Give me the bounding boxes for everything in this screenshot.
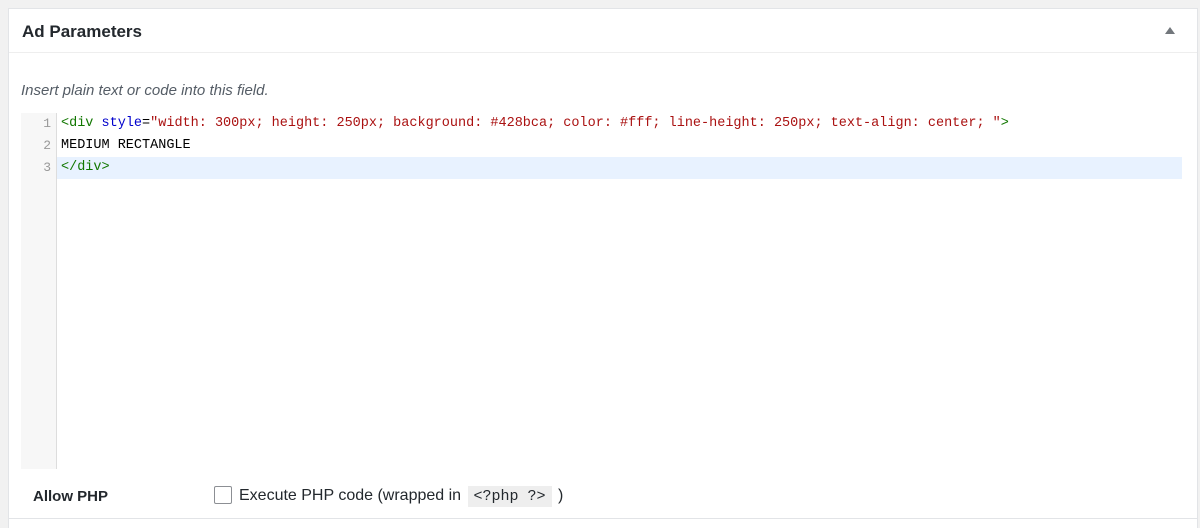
- code-editor[interactable]: 1 2 3 <div style="width: 300px; height: …: [21, 113, 1182, 469]
- line-number: 3: [43, 160, 51, 175]
- allow-php-row: Allow PHP Execute PHP code (wrapped in <…: [9, 473, 1197, 519]
- code-line-active[interactable]: </div>: [57, 157, 1182, 179]
- code-tag: >: [1000, 116, 1009, 131]
- execute-php-label[interactable]: Execute PHP code (wrapped in <?php ?> ): [239, 484, 563, 509]
- execute-php-checkbox[interactable]: [214, 486, 232, 504]
- code-string: "width: 300px; height: 250px; background…: [150, 116, 1001, 131]
- code-tag: <div: [61, 116, 94, 131]
- code-operator: =: [142, 116, 151, 131]
- line-number: 1: [43, 116, 51, 131]
- php-tag-code: <?php ?>: [467, 486, 552, 507]
- code-text: MEDIUM RECTANGLE: [61, 138, 191, 153]
- code-line[interactable]: <div style="width: 300px; height: 250px;…: [57, 113, 1182, 135]
- metabox-title: Ad Parameters: [22, 22, 143, 41]
- field-description: Insert plain text or code into this fiel…: [21, 82, 269, 99]
- code-tag: </div>: [61, 160, 110, 175]
- checkbox-label-text: Execute PHP code (wrapped in: [239, 487, 462, 504]
- allow-php-label: Allow PHP: [33, 488, 109, 505]
- triangle-up-icon[interactable]: [1165, 27, 1175, 34]
- editor-gutter: 1 2 3: [21, 113, 57, 469]
- metabox-header[interactable]: Ad Parameters: [9, 9, 1197, 53]
- checkbox-label-suffix: ): [557, 487, 564, 504]
- line-number: 2: [43, 138, 51, 153]
- ad-parameters-metabox: Ad Parameters Insert plain text or code …: [8, 8, 1198, 528]
- code-line[interactable]: MEDIUM RECTANGLE: [57, 135, 1182, 157]
- code-attribute: style: [101, 116, 143, 131]
